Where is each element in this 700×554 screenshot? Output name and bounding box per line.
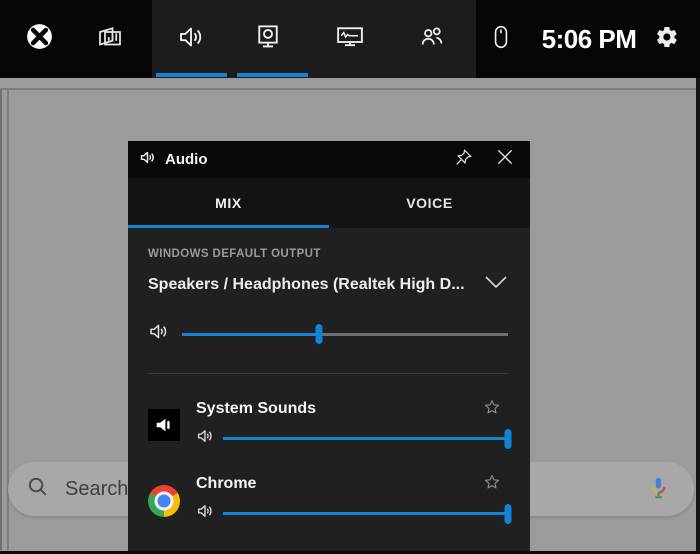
pin-icon bbox=[453, 147, 474, 173]
close-icon bbox=[495, 147, 515, 172]
voice-search-mic-icon[interactable] bbox=[645, 475, 672, 507]
favorite-star-icon[interactable] bbox=[483, 398, 501, 421]
master-volume-row bbox=[148, 321, 508, 347]
search-icon bbox=[26, 475, 49, 503]
capture-icon bbox=[253, 22, 283, 57]
system-sounds-app-icon bbox=[148, 409, 180, 441]
slider-thumb[interactable] bbox=[315, 324, 322, 344]
chevron-down-icon bbox=[484, 275, 508, 294]
audio-panel-header[interactable]: Audio bbox=[128, 141, 530, 178]
master-volume-speaker-icon bbox=[148, 321, 169, 347]
audio-panel-body: WINDOWS DEFAULT OUTPUT Speakers / Headph… bbox=[128, 248, 530, 525]
system-sounds-volume-slider[interactable] bbox=[223, 429, 508, 449]
audio-panel-tabs: MIX VOICE bbox=[128, 178, 530, 228]
xbox-logo-icon bbox=[26, 23, 53, 55]
capture-widget-active-underline bbox=[237, 73, 308, 77]
screen-left-edge bbox=[0, 90, 2, 550]
mouse-mode-indicator[interactable] bbox=[489, 0, 513, 78]
xbox-home-button[interactable] bbox=[25, 0, 53, 78]
tab-mix[interactable]: MIX bbox=[128, 178, 329, 228]
slider-fill bbox=[182, 333, 319, 336]
performance-widget-button[interactable] bbox=[335, 0, 365, 78]
slider-fill bbox=[223, 512, 508, 515]
app-row-system-sounds: System Sounds bbox=[148, 398, 508, 450]
app-row-chrome: Chrome bbox=[148, 473, 508, 525]
screen-right-edge bbox=[696, 78, 700, 554]
app-name: Chrome bbox=[196, 475, 256, 493]
party-widget-button[interactable] bbox=[417, 0, 447, 78]
default-output-label: WINDOWS DEFAULT OUTPUT bbox=[148, 248, 508, 260]
audio-widget-panel: Audio bbox=[128, 141, 530, 554]
clock: 5:06 PM bbox=[536, 0, 642, 78]
audio-panel-title: Audio bbox=[165, 151, 208, 168]
performance-icon bbox=[335, 22, 365, 57]
app-name: System Sounds bbox=[196, 400, 316, 418]
screen: 5:06 PM Search bbox=[0, 0, 700, 554]
widget-menu-icon bbox=[95, 22, 125, 57]
game-bar-settings-button[interactable] bbox=[653, 0, 681, 78]
page-top-divider bbox=[0, 88, 700, 90]
output-device-dropdown[interactable]: Speakers / Headphones (Realtek High D... bbox=[148, 275, 508, 294]
chrome-icon-center bbox=[155, 492, 174, 511]
app-volume-speaker-icon bbox=[196, 427, 214, 450]
people-icon bbox=[417, 22, 447, 57]
search-placeholder: Search bbox=[65, 478, 128, 501]
output-device-name: Speakers / Headphones (Realtek High D... bbox=[148, 276, 465, 294]
tab-voice[interactable]: VOICE bbox=[329, 178, 530, 228]
gear-icon bbox=[655, 25, 679, 54]
app-volume-speaker-icon bbox=[196, 502, 214, 525]
audio-title-speaker-icon bbox=[139, 149, 156, 171]
capture-widget-button[interactable] bbox=[253, 0, 283, 78]
game-bar-toolbar: 5:06 PM bbox=[0, 0, 700, 78]
slider-fill bbox=[223, 437, 508, 440]
audio-widget-active-underline bbox=[156, 73, 227, 77]
pin-widget-button[interactable] bbox=[452, 149, 474, 171]
master-volume-slider[interactable] bbox=[182, 324, 508, 344]
speaker-icon bbox=[176, 22, 206, 57]
active-tab-underline bbox=[128, 225, 329, 228]
chrome-app-icon bbox=[148, 485, 180, 517]
slider-thumb[interactable] bbox=[505, 504, 512, 524]
favorite-star-icon[interactable] bbox=[483, 473, 501, 496]
widget-menu-button[interactable] bbox=[95, 0, 125, 78]
close-widget-button[interactable] bbox=[494, 149, 516, 171]
slider-thumb[interactable] bbox=[505, 429, 512, 449]
mouse-icon bbox=[490, 24, 512, 55]
audio-widget-button[interactable] bbox=[176, 0, 206, 78]
chrome-volume-slider[interactable] bbox=[223, 504, 508, 524]
section-divider bbox=[148, 373, 508, 374]
